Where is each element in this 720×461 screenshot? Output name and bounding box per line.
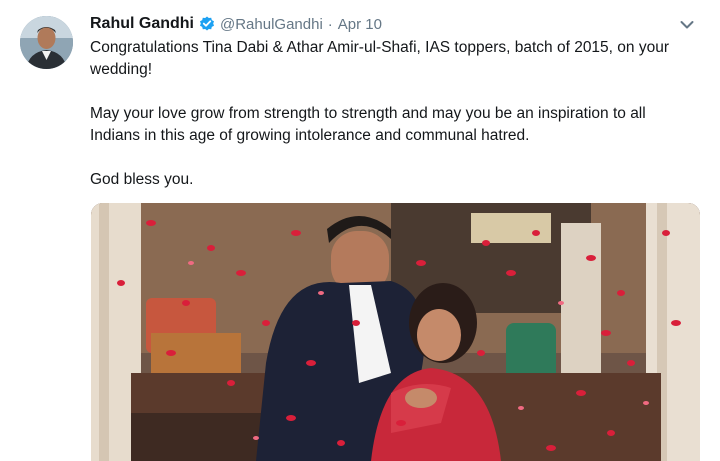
verified-badge-icon [199, 16, 215, 32]
avatar[interactable] [20, 16, 73, 69]
author-handle[interactable]: @RahulGandhi [220, 16, 323, 33]
tweet-text: Congratulations Tina Dabi & Athar Amir-u… [90, 37, 690, 191]
separator-dot: · [327, 15, 333, 33]
tweet-header: Rahul Gandhi @RahulGandhi · Apr 10 [90, 13, 382, 35]
tweet-card: Rahul Gandhi @RahulGandhi · Apr 10 Congr… [0, 0, 720, 461]
tweet-photo[interactable] [91, 203, 700, 461]
tweet-paragraph-1: Congratulations Tina Dabi & Athar Amir-u… [90, 39, 669, 78]
author-name[interactable]: Rahul Gandhi [90, 15, 194, 33]
chevron-down-icon[interactable] [680, 17, 694, 29]
avatar-photo [20, 16, 73, 69]
tweet-paragraph-2: May your love grow from strength to stre… [90, 105, 646, 144]
tweet-paragraph-3: God bless you. [90, 171, 194, 188]
wedding-photo-image [91, 203, 700, 461]
tweet-date[interactable]: Apr 10 [338, 16, 382, 33]
